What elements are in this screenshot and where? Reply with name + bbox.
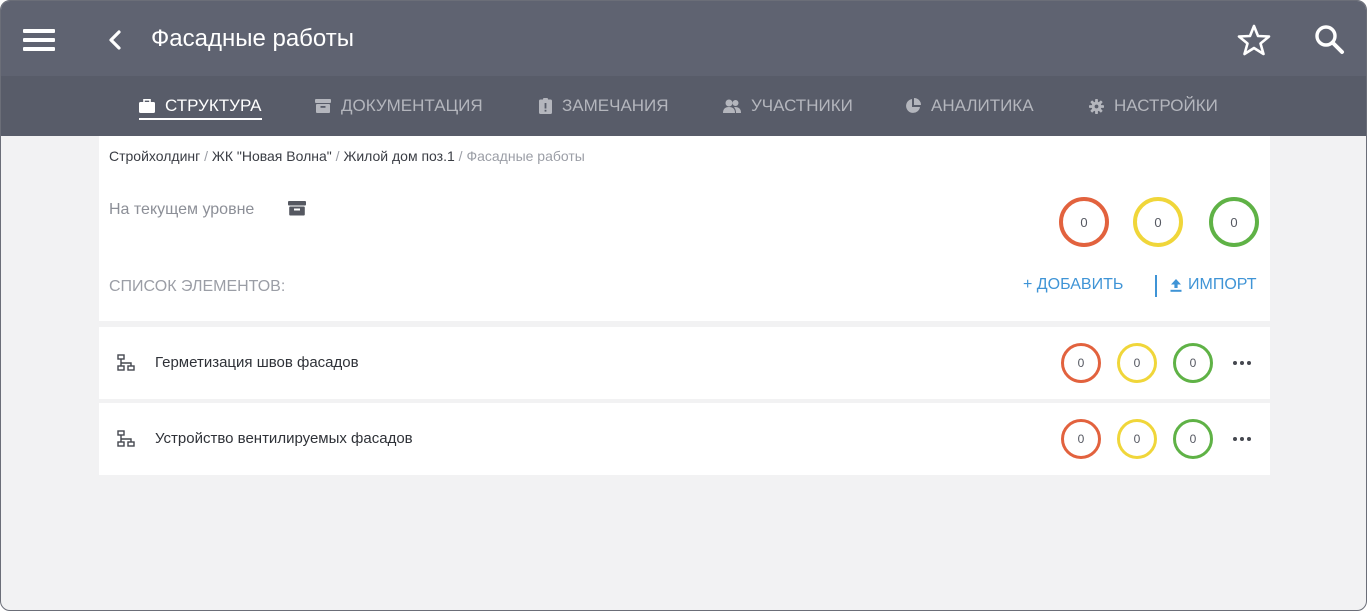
clipboard-alert-icon	[539, 98, 552, 114]
users-icon	[723, 99, 741, 113]
tab-label: АНАЛИТИКА	[931, 96, 1034, 115]
tab-label: СТРУКТУРА	[165, 96, 262, 115]
top-bar: Фасадные работы	[1, 1, 1366, 76]
status-count-green[interactable]: 0	[1173, 419, 1213, 459]
archive-icon	[315, 99, 331, 113]
hierarchy-icon	[117, 354, 135, 371]
tab-structure[interactable]: СТРУКТУРА	[139, 76, 262, 136]
tab-participants[interactable]: УЧАСТНИКИ	[723, 76, 853, 136]
tab-remarks[interactable]: ЗАМЕЧАНИЯ	[539, 76, 669, 136]
status-count-red[interactable]: 0	[1059, 197, 1109, 247]
status-count-green[interactable]: 0	[1209, 197, 1259, 247]
breadcrumb-item[interactable]: Стройхолдинг	[109, 148, 200, 164]
import-button[interactable]: ИМПОРТ	[1170, 276, 1257, 294]
status-count-yellow[interactable]: 0	[1117, 419, 1157, 459]
status-count-red[interactable]: 0	[1061, 419, 1101, 459]
tab-label: НАСТРОЙКИ	[1114, 96, 1218, 115]
breadcrumb-item[interactable]: ЖК "Новая Волна"	[212, 148, 332, 164]
current-level-label: На текущем уровне	[109, 201, 255, 218]
list-title: СПИСОК ЭЛЕМЕНТОВ:	[109, 278, 286, 295]
tab-analytics[interactable]: АНАЛИТИКА	[905, 76, 1034, 136]
list-item-label: Устройство вентилируемых фасадов	[155, 430, 413, 447]
breadcrumb-item[interactable]: Жилой дом поз.1	[343, 148, 454, 164]
hamburger-menu-icon[interactable]	[23, 29, 55, 51]
hierarchy-icon	[117, 430, 135, 447]
list-item[interactable]: Герметизация швов фасадов 0 0 0	[99, 327, 1270, 399]
breadcrumb-current: Фасадные работы	[466, 148, 585, 164]
content-panel: Стройхолдинг / ЖК "Новая Волна" / Жилой …	[99, 136, 1270, 321]
list-item-label: Герметизация швов фасадов	[155, 354, 359, 371]
import-label: ИМПОРТ	[1188, 276, 1257, 293]
status-count-yellow[interactable]: 0	[1117, 343, 1157, 383]
app-window: Фасадные работы СТРУКТУРА ДОКУМЕНТАЦИЯ З…	[0, 0, 1367, 611]
search-icon[interactable]	[1312, 23, 1346, 57]
tab-label: ДОКУМЕНТАЦИЯ	[341, 96, 483, 115]
gear-icon	[1089, 98, 1104, 114]
chevron-left-icon[interactable]	[105, 27, 125, 53]
status-count-red[interactable]: 0	[1061, 343, 1101, 383]
upload-icon	[1170, 278, 1182, 292]
list-item[interactable]: Устройство вентилируемых фасадов 0 0 0	[99, 403, 1270, 475]
tab-settings[interactable]: НАСТРОЙКИ	[1089, 76, 1218, 136]
tab-documentation[interactable]: ДОКУМЕНТАЦИЯ	[315, 76, 483, 136]
tab-label: ЗАМЕЧАНИЯ	[562, 96, 669, 115]
tab-bar: СТРУКТУРА ДОКУМЕНТАЦИЯ ЗАМЕЧАНИЯ УЧАСТНИ…	[1, 76, 1366, 136]
status-count-green[interactable]: 0	[1173, 343, 1213, 383]
pie-chart-icon	[906, 98, 921, 113]
divider	[1155, 275, 1157, 297]
star-outline-icon[interactable]	[1237, 23, 1271, 57]
tab-label: УЧАСТНИКИ	[751, 96, 853, 115]
more-horizontal-icon[interactable]	[1231, 432, 1253, 446]
briefcase-icon	[139, 99, 155, 113]
breadcrumb: Стройхолдинг / ЖК "Новая Волна" / Жилой …	[109, 148, 585, 164]
page-title: Фасадные работы	[151, 25, 354, 52]
more-horizontal-icon[interactable]	[1231, 356, 1253, 370]
archive-icon[interactable]	[288, 200, 306, 216]
breadcrumb-separator: /	[204, 148, 212, 164]
status-count-yellow[interactable]: 0	[1133, 197, 1183, 247]
add-button[interactable]: + ДОБАВИТЬ	[1023, 276, 1123, 294]
